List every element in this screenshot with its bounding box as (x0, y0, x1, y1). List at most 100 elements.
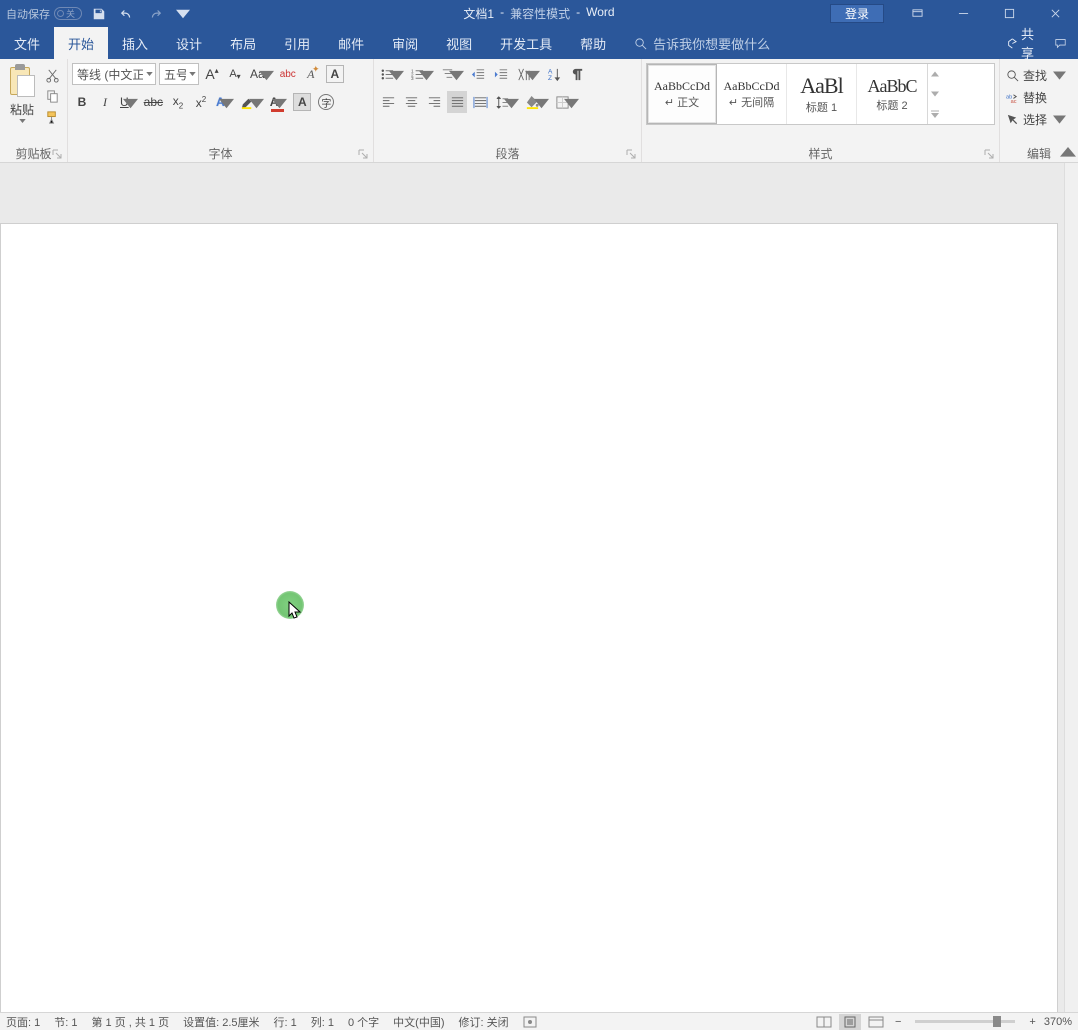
borders-button[interactable] (553, 91, 580, 113)
show-marks-button[interactable] (567, 63, 587, 85)
style-nospacing[interactable]: AaBbCcDd↵ 无间隔 (717, 64, 787, 124)
style-heading1[interactable]: AaBl标题 1 (787, 64, 857, 124)
zoom-in-button[interactable]: + (1025, 1016, 1039, 1028)
tab-view[interactable]: 视图 (432, 27, 486, 59)
styles-gallery[interactable]: AaBbCcDd↵ 正文 AaBbCcDd↵ 无间隔 AaBl标题 1 AaBb… (646, 63, 995, 125)
multilevel-list-button[interactable] (438, 63, 465, 85)
status-setting[interactable]: 设置值: 2.5厘米 (183, 1014, 259, 1030)
minimize-button[interactable] (940, 0, 986, 27)
clipboard-icon (7, 65, 37, 99)
group-label-editing: 编辑 (1027, 145, 1051, 162)
format-painter-button[interactable] (43, 108, 61, 126)
macro-record-icon[interactable] (523, 1016, 537, 1028)
gallery-more-button[interactable] (928, 104, 941, 124)
tab-file[interactable]: 文件 (0, 27, 54, 59)
autosave-toggle[interactable]: 自动保存 关 (6, 6, 82, 22)
decrease-indent-button[interactable] (468, 63, 488, 85)
change-case-button[interactable]: Aa (248, 63, 275, 85)
select-button[interactable]: 选择 (1004, 109, 1068, 129)
status-page[interactable]: 页面: 1 (6, 1014, 40, 1030)
view-print-layout[interactable] (839, 1014, 861, 1030)
text-effects-button[interactable]: A (214, 91, 235, 113)
tab-insert[interactable]: 插入 (108, 27, 162, 59)
character-border-button[interactable]: A (324, 63, 346, 85)
zoom-level[interactable]: 370% (1044, 1016, 1072, 1028)
cut-button[interactable] (43, 66, 61, 84)
highlight-button[interactable] (238, 91, 265, 113)
close-button[interactable] (1032, 0, 1078, 27)
clipboard-dialog-launcher[interactable] (52, 149, 64, 161)
clear-formatting-button[interactable]: A✦ (301, 63, 321, 85)
ribbon-display-icon[interactable] (894, 0, 940, 27)
document-page[interactable] (0, 223, 1058, 1015)
tab-design[interactable]: 设计 (162, 27, 216, 59)
align-left-button[interactable] (378, 91, 398, 113)
font-dialog-launcher[interactable] (358, 149, 370, 161)
status-language[interactable]: 中文(中国) (393, 1014, 444, 1030)
status-column[interactable]: 列: 1 (311, 1014, 334, 1030)
paragraph-dialog-launcher[interactable] (626, 149, 638, 161)
superscript-button[interactable]: x2 (191, 91, 211, 113)
zoom-out-button[interactable]: − (891, 1016, 905, 1028)
tab-home[interactable]: 开始 (54, 27, 108, 59)
underline-button[interactable]: U (118, 91, 139, 113)
increase-indent-button[interactable] (491, 63, 511, 85)
view-read-mode[interactable] (813, 1014, 835, 1030)
style-heading2[interactable]: AaBbC标题 2 (857, 64, 927, 124)
subscript-button[interactable]: x2 (168, 91, 188, 113)
numbering-button[interactable]: 123 (408, 63, 435, 85)
character-shading-button[interactable]: A (291, 91, 313, 113)
share-button[interactable]: 共享 (1004, 24, 1034, 62)
copy-button[interactable] (43, 87, 61, 105)
tab-help[interactable]: 帮助 (566, 27, 620, 59)
signin-button[interactable]: 登录 (830, 4, 884, 23)
qat-customize-icon[interactable] (172, 0, 194, 27)
find-button[interactable]: 查找 (1004, 65, 1068, 85)
font-color-button[interactable]: A (268, 91, 289, 113)
paste-button[interactable]: 粘贴 (4, 63, 40, 123)
tab-review[interactable]: 审阅 (378, 27, 432, 59)
font-name-combo[interactable]: 等线 (中文正 (72, 63, 156, 85)
gallery-scroll-down[interactable] (928, 84, 941, 104)
line-spacing-button[interactable] (493, 91, 520, 113)
styles-dialog-launcher[interactable] (984, 149, 996, 161)
status-line[interactable]: 行: 1 (274, 1014, 297, 1030)
save-icon[interactable] (88, 0, 110, 27)
undo-button[interactable] (116, 0, 138, 27)
italic-button[interactable]: I (95, 91, 115, 113)
strikethrough-button[interactable]: abc (142, 91, 165, 113)
tab-references[interactable]: 引用 (270, 27, 324, 59)
gallery-scroll-up[interactable] (928, 64, 941, 84)
style-normal[interactable]: AaBbCcDd↵ 正文 (647, 64, 717, 124)
align-justify-button[interactable] (447, 91, 467, 113)
tab-layout[interactable]: 布局 (216, 27, 270, 59)
comments-icon[interactable] (1048, 30, 1072, 57)
redo-button[interactable] (144, 0, 166, 27)
tab-mailings[interactable]: 邮件 (324, 27, 378, 59)
status-section[interactable]: 节: 1 (54, 1014, 77, 1030)
shrink-font-button[interactable]: A▾ (225, 63, 245, 85)
asian-layout-button[interactable] (514, 63, 541, 85)
bold-button[interactable]: B (72, 91, 92, 113)
tell-me-search[interactable]: 告诉我你想要做什么 (634, 27, 770, 59)
align-right-button[interactable] (424, 91, 444, 113)
status-words[interactable]: 0 个字 (348, 1014, 379, 1030)
phonetic-guide-button[interactable]: abc (278, 63, 298, 85)
grow-font-button[interactable]: A▴ (202, 63, 222, 85)
zoom-slider[interactable] (915, 1020, 1015, 1023)
vertical-scrollbar[interactable] (1064, 163, 1078, 1012)
sort-button[interactable]: AZ (544, 63, 564, 85)
align-center-button[interactable] (401, 91, 421, 113)
align-distributed-button[interactable] (470, 91, 490, 113)
font-size-combo[interactable]: 五号 (159, 63, 199, 85)
maximize-button[interactable] (986, 0, 1032, 27)
view-web-layout[interactable] (865, 1014, 887, 1030)
enclose-characters-button[interactable]: 字 (316, 91, 336, 113)
status-track-changes[interactable]: 修订: 关闭 (459, 1014, 509, 1030)
collapse-ribbon-button[interactable] (1060, 144, 1076, 160)
replace-button[interactable]: abac替换 (1004, 87, 1068, 107)
bullets-button[interactable] (378, 63, 405, 85)
shading-button[interactable] (523, 91, 550, 113)
tab-developer[interactable]: 开发工具 (486, 27, 566, 59)
status-pages[interactable]: 第 1 页 , 共 1 页 (91, 1014, 169, 1030)
